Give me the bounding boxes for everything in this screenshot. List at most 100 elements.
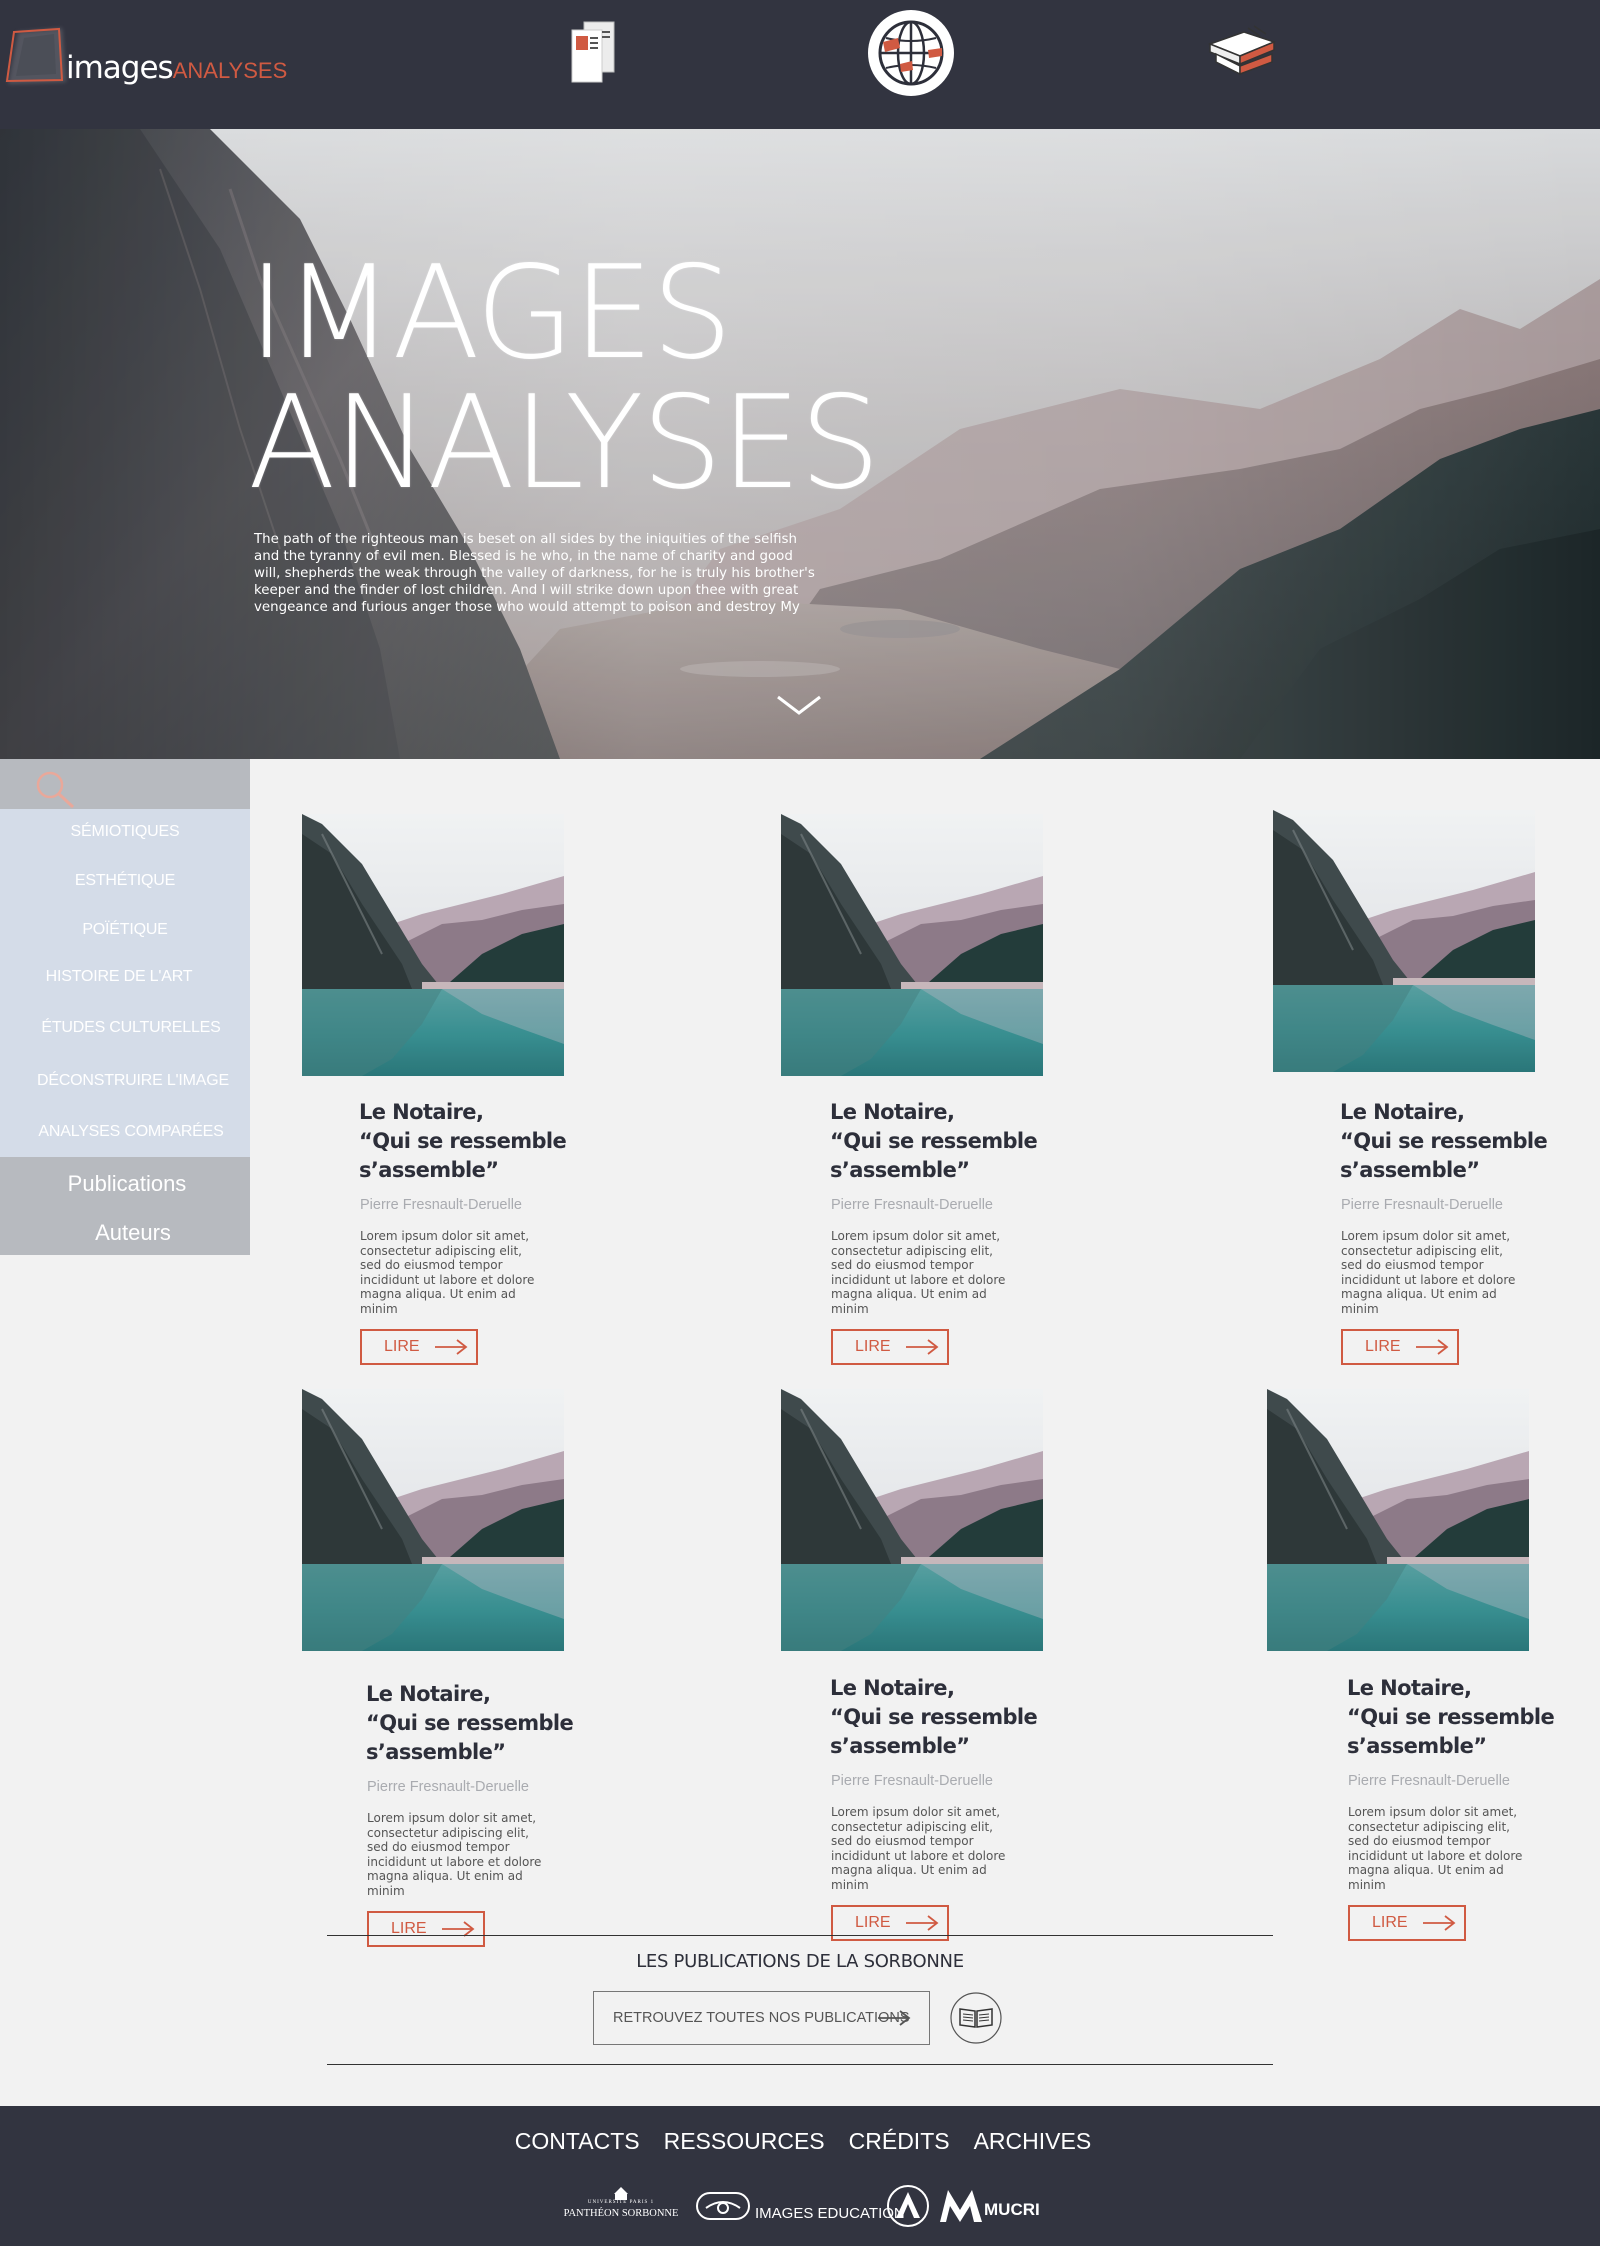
lire-label: LIRE bbox=[384, 1338, 420, 1355]
card-image[interactable] bbox=[781, 814, 1043, 1076]
pantheon-name: PANTHÉON SORBONNE bbox=[563, 2208, 679, 2219]
card-description: Lorem ipsum dolor sit amet, consectetur … bbox=[367, 1811, 542, 1898]
card-title-line: s’assemble” bbox=[359, 1158, 499, 1182]
card-title-line: “Qui se ressemble bbox=[359, 1129, 567, 1153]
card-author[interactable]: Pierre Fresnault-Deruelle bbox=[360, 1197, 580, 1213]
card-description: Lorem ipsum dolor sit amet, consectetur … bbox=[360, 1229, 535, 1316]
a-circle-logo-icon[interactable] bbox=[886, 2184, 930, 2228]
lire-label: LIRE bbox=[855, 1914, 891, 1931]
card-title-line: “Qui se ressemble bbox=[366, 1711, 574, 1735]
card-title[interactable]: Le Notaire, “Qui se ressemble s’assemble… bbox=[830, 1674, 1050, 1761]
category-item-analyses-comparees[interactable]: ANALYSES COMPARÉES bbox=[6, 1123, 256, 1141]
category-item-deconstruire-image[interactable]: DÉCONSTRUIRE L'IMAGE bbox=[8, 1072, 258, 1090]
category-item-poietique[interactable]: POÏÉTIQUE bbox=[0, 921, 250, 939]
card-title-line: Le Notaire, bbox=[1340, 1100, 1465, 1124]
logo-accent-text: ANALYSES bbox=[172, 58, 288, 83]
card-title-line: Le Notaire, bbox=[830, 1100, 955, 1124]
hero-paragraph: The path of the righteous man is beset o… bbox=[254, 532, 815, 615]
card-description: Lorem ipsum dolor sit amet, consectetur … bbox=[831, 1229, 1006, 1316]
partner-pantheon-sorbonne[interactable]: UNIVERSITÉ PARIS 1 PANTHÉON SORBONNE bbox=[562, 2186, 680, 2230]
card-title-line: s’assemble” bbox=[366, 1740, 506, 1764]
category-item-semiotiques[interactable]: SÉMIOTIQUES bbox=[0, 823, 250, 841]
arrow-right-icon bbox=[1422, 1915, 1456, 1931]
card-author[interactable]: Pierre Fresnault-Deruelle bbox=[1341, 1197, 1561, 1213]
chevron-down-icon[interactable] bbox=[776, 693, 822, 717]
lire-label: LIRE bbox=[855, 1338, 891, 1355]
documents-icon[interactable] bbox=[568, 20, 620, 86]
arrow-right-icon bbox=[1415, 1339, 1449, 1355]
footer-link-contacts[interactable]: CONTACTS bbox=[513, 2128, 642, 2155]
logo-main-text: images bbox=[66, 50, 174, 86]
pantheon-subtitle: UNIVERSITÉ PARIS 1 bbox=[587, 2200, 655, 2205]
open-book-icon[interactable] bbox=[949, 1991, 1003, 2045]
mucri-logo-icon[interactable] bbox=[938, 2186, 984, 2226]
mucri-label[interactable]: MUCRI bbox=[984, 2200, 1040, 2220]
card-title-line: s’assemble” bbox=[1340, 1158, 1480, 1182]
arrow-right-icon bbox=[905, 1339, 939, 1355]
arrow-right-icon bbox=[434, 1339, 468, 1355]
hero-title-line-1: IMAGES bbox=[248, 239, 733, 388]
category-menu: SÉMIOTIQUES ESTHÉTIQUE POÏÉTIQUE HISTOIR… bbox=[0, 809, 250, 1157]
sidebar-item-auteurs[interactable]: Auteurs bbox=[8, 1220, 258, 1246]
card-title-line: “Qui se ressemble bbox=[830, 1129, 1038, 1153]
sidebar-item-publications[interactable]: Publications bbox=[2, 1171, 252, 1197]
search-box[interactable] bbox=[0, 759, 250, 809]
card-title-line: Le Notaire, bbox=[366, 1682, 491, 1706]
all-publications-label: RETROUVEZ TOUTES NOS PUBLICATIONS bbox=[613, 2010, 910, 2026]
card-description: Lorem ipsum dolor sit amet, consectetur … bbox=[1341, 1229, 1516, 1316]
category-item-esthetique[interactable]: ESTHÉTIQUE bbox=[0, 872, 250, 890]
lire-button[interactable]: LIRE bbox=[367, 1911, 485, 1947]
card-title[interactable]: Le Notaire, “Qui se ressemble s’assemble… bbox=[359, 1098, 579, 1185]
hero-title: IMAGES ANALYSES bbox=[248, 239, 881, 518]
card-title[interactable]: Le Notaire, “Qui se ressemble s’assemble… bbox=[366, 1680, 586, 1767]
card-title-line: Le Notaire, bbox=[359, 1100, 484, 1124]
card-title[interactable]: Le Notaire, “Qui se ressemble s’assemble… bbox=[830, 1098, 1050, 1185]
footer-link-archives[interactable]: ARCHIVES bbox=[972, 2128, 1094, 2155]
sidebar-nav: Publications Auteurs bbox=[0, 1157, 250, 1255]
logo-text[interactable]: imagesANALYSES bbox=[66, 50, 287, 86]
images-education-label[interactable]: IMAGES EDUCATION bbox=[755, 2205, 905, 2222]
footer-link-ressources[interactable]: RESSOURCES bbox=[662, 2128, 827, 2155]
card-author[interactable]: Pierre Fresnault-Deruelle bbox=[367, 1779, 587, 1795]
footer-links: CONTACTS RESSOURCES CRÉDITS ARCHIVES bbox=[0, 2128, 1600, 2155]
arrow-right-icon bbox=[877, 2010, 911, 2026]
lire-label: LIRE bbox=[1372, 1914, 1408, 1931]
lire-label: LIRE bbox=[1365, 1338, 1401, 1355]
card-author[interactable]: Pierre Fresnault-Deruelle bbox=[831, 1197, 1051, 1213]
category-item-etudes-culturelles[interactable]: ÉTUDES CULTURELLES bbox=[6, 1019, 256, 1037]
card-description: Lorem ipsum dolor sit amet, consectetur … bbox=[831, 1805, 1006, 1892]
lire-button[interactable]: LIRE bbox=[1348, 1905, 1466, 1941]
divider-top bbox=[327, 1935, 1273, 1936]
hero-title-line-2: ANALYSES bbox=[248, 369, 881, 518]
card-title-line: “Qui se ressemble bbox=[1340, 1129, 1548, 1153]
card-title-line: Le Notaire, bbox=[1347, 1676, 1472, 1700]
card-image[interactable] bbox=[781, 1389, 1043, 1651]
lire-button[interactable]: LIRE bbox=[1341, 1329, 1459, 1365]
card-title-line: s’assemble” bbox=[830, 1158, 970, 1182]
top-navbar: imagesANALYSES bbox=[0, 0, 1600, 129]
lire-button[interactable]: LIRE bbox=[831, 1329, 949, 1365]
lire-button[interactable]: LIRE bbox=[360, 1329, 478, 1365]
card-title-line: s’assemble” bbox=[1347, 1734, 1487, 1758]
card-title-line: s’assemble” bbox=[830, 1734, 970, 1758]
card-image[interactable] bbox=[1273, 810, 1535, 1072]
arrow-right-icon bbox=[905, 1915, 939, 1931]
card-title-line: “Qui se ressemble bbox=[830, 1705, 1038, 1729]
sorbonne-title: LES PUBLICATIONS DE LA SORBONNE bbox=[636, 1951, 964, 1972]
globe-icon[interactable] bbox=[866, 8, 956, 98]
card-title[interactable]: Le Notaire, “Qui se ressemble s’assemble… bbox=[1347, 1674, 1567, 1761]
search-icon[interactable] bbox=[34, 769, 76, 811]
all-publications-button[interactable]: RETROUVEZ TOUTES NOS PUBLICATIONS bbox=[593, 1991, 930, 2045]
card-image[interactable] bbox=[302, 1389, 564, 1651]
hero-banner: IMAGES ANALYSES The path of the righteou… bbox=[0, 129, 1600, 759]
card-image[interactable] bbox=[1267, 1389, 1529, 1651]
books-icon[interactable] bbox=[1204, 22, 1280, 82]
card-title[interactable]: Le Notaire, “Qui se ressemble s’assemble… bbox=[1340, 1098, 1560, 1185]
card-author[interactable]: Pierre Fresnault-Deruelle bbox=[831, 1773, 1051, 1789]
card-image[interactable] bbox=[302, 814, 564, 1076]
eye-icon[interactable] bbox=[696, 2192, 750, 2220]
card-author[interactable]: Pierre Fresnault-Deruelle bbox=[1348, 1773, 1568, 1789]
footer-link-credits[interactable]: CRÉDITS bbox=[847, 2128, 952, 2155]
category-item-histoire-art[interactable]: HISTOIRE DE L'ART bbox=[0, 968, 244, 986]
footer: CONTACTS RESSOURCES CRÉDITS ARCHIVES UNI… bbox=[0, 2106, 1600, 2246]
